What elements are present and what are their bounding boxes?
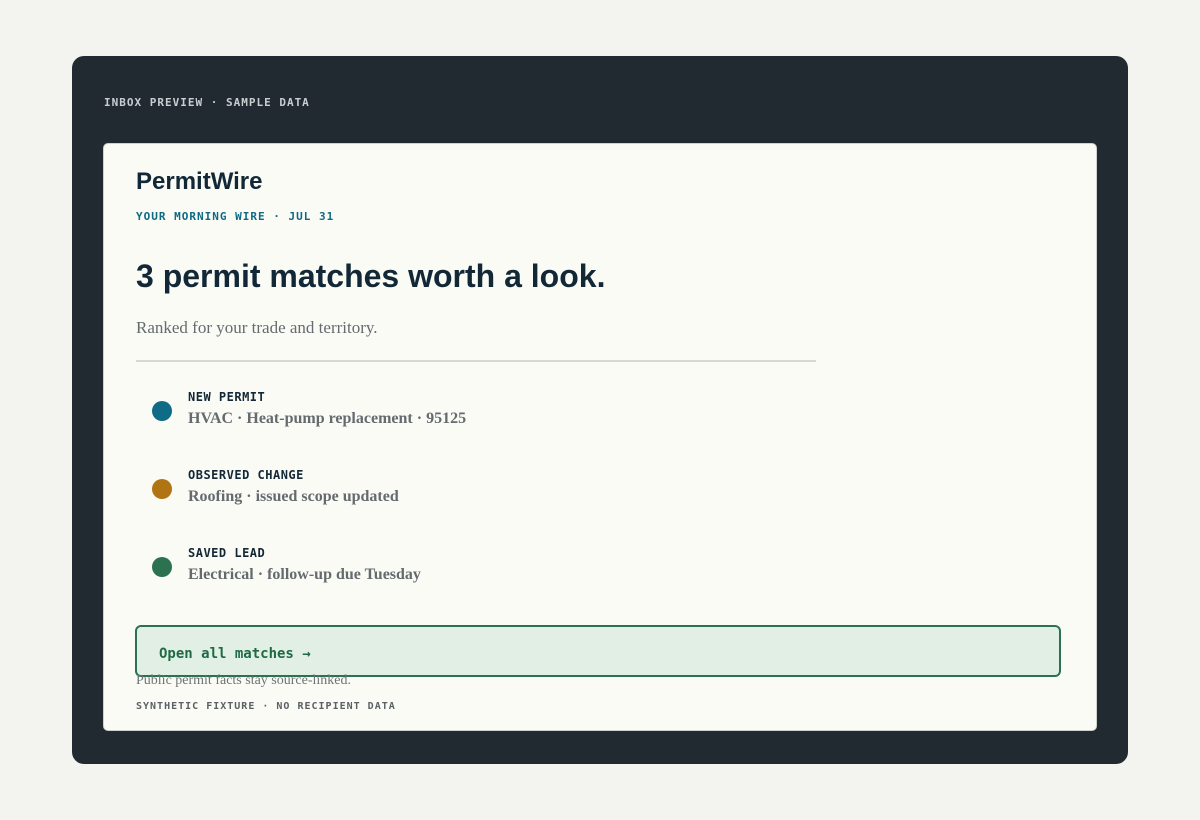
match-label: OBSERVED CHANGE [188,468,304,482]
match-label: SAVED LEAD [188,546,266,560]
divider [136,360,816,362]
match-detail: Roofing · issued scope updated [188,488,399,505]
frame-label: INBOX PREVIEW · SAMPLE DATA [104,96,310,109]
inbox-preview-frame: INBOX PREVIEW · SAMPLE DATA PermitWire Y… [72,56,1128,764]
open-all-matches-label: Open all matches → [159,646,311,662]
status-dot-icon [152,479,172,499]
match-detail: HVAC · Heat-pump replacement · 95125 [188,410,467,427]
match-detail: Electrical · follow-up due Tuesday [188,566,421,583]
fixture-note: SYNTHETIC FIXTURE · NO RECIPIENT DATA [136,701,396,712]
email-subhead: Ranked for your trade and territory. [136,318,378,337]
match-label: NEW PERMIT [188,390,266,404]
email-card: PermitWire YOUR MORNING WIRE · JUL 31 3 … [103,143,1097,731]
status-dot-icon [152,557,172,577]
match-item: NEW PERMIT HVAC · Heat-pump replacement … [136,390,836,440]
email-kicker: YOUR MORNING WIRE · JUL 31 [136,210,335,223]
brand-name: PermitWire [136,168,263,195]
match-item: OBSERVED CHANGE Roofing · issued scope u… [136,468,836,518]
open-all-matches-button[interactable]: Open all matches → [135,625,1061,677]
status-dot-icon [152,401,172,421]
match-item: SAVED LEAD Electrical · follow-up due Tu… [136,546,836,596]
email-headline: 3 permit matches worth a look. [136,258,606,294]
source-footnote: Public permit facts stay source-linked. [136,673,351,688]
